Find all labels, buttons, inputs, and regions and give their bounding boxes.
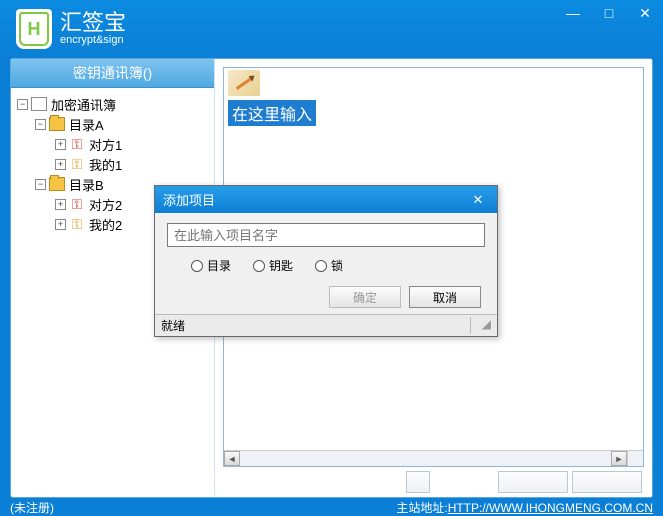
dialog-title: 添加项目 [163,190,215,209]
status-text: 就绪 [161,317,471,334]
sidebar-header: 密钥通讯簿() [11,59,214,88]
radio-key[interactable]: 钥匙 [253,257,293,274]
toolbar-checkbox[interactable] [406,471,430,493]
key-icon: ⚿ [69,217,85,231]
tree-dir-a[interactable]: − 目录A [15,114,210,134]
tree-label: 我的1 [89,155,122,174]
radio-directory[interactable]: 目录 [191,257,231,274]
edit-icon[interactable] [228,70,260,96]
content-toolbar [223,467,644,497]
input-prompt[interactable]: 在这里输入 [228,100,316,126]
window-controls: — □ ✕ [555,0,663,26]
key-icon: ⚿ [69,197,85,211]
key-icon: ⚿ [69,137,85,151]
collapse-icon[interactable]: − [35,179,46,190]
tree-label: 我的2 [89,215,122,234]
footer-link-block: 主站地址:HTTP://WWW.IHONGMENG.COM.CN [396,499,653,516]
dialog-close-button[interactable]: ✕ [467,191,489,209]
add-item-dialog: 添加项目 ✕ 目录 钥匙 锁 确定 取消 就绪 ◢ [154,185,498,337]
dialog-buttons: 确定 取消 [167,286,485,308]
pencil-icon [236,77,252,90]
tree-label: 目录B [69,175,104,194]
folder-icon [49,117,65,131]
expand-icon[interactable]: + [55,199,66,210]
app-title: 汇签宝 [60,12,126,34]
tree-label: 对方2 [89,195,122,214]
book-icon [31,97,47,111]
type-radio-group: 目录 钥匙 锁 [167,247,485,286]
radio-icon [253,260,265,272]
homepage-link[interactable]: HTTP://WWW.IHONGMENG.COM.CN [448,501,653,515]
radio-icon [191,260,203,272]
resize-grip-icon[interactable]: ◢ [471,317,491,334]
folder-icon [49,177,65,191]
dialog-titlebar[interactable]: 添加项目 ✕ [155,186,497,213]
expand-icon[interactable]: + [55,139,66,150]
tree-root[interactable]: − 加密通讯簿 [15,94,210,114]
scroll-corner [627,450,643,466]
radio-icon [315,260,327,272]
expand-icon[interactable]: + [55,159,66,170]
maximize-button[interactable]: □ [591,0,627,26]
tree-label: 目录A [69,115,104,134]
expand-icon[interactable]: + [55,219,66,230]
key-icon: ⚿ [69,157,85,171]
dialog-statusbar: 就绪 ◢ [155,314,497,336]
app-subtitle: encrypt&sign [60,34,126,46]
toolbar-button-1[interactable] [498,471,568,493]
scroll-left-icon[interactable]: ◄ [224,451,240,466]
toolbar-button-2[interactable] [572,471,642,493]
footer: (未注册) 主站地址:HTTP://WWW.IHONGMENG.COM.CN [0,498,663,516]
ok-button[interactable]: 确定 [329,286,401,308]
tree-label: 加密通讯簿 [51,95,116,114]
titlebar: H 汇签宝 encrypt&sign — □ ✕ [0,0,663,58]
app-logo: H [16,9,52,49]
minimize-button[interactable]: — [555,0,591,26]
tree-label: 对方1 [89,135,122,154]
horizontal-scrollbar[interactable]: ◄ ► [224,450,627,466]
radio-lock[interactable]: 锁 [315,257,343,274]
scroll-right-icon[interactable]: ► [611,451,627,466]
tree-item[interactable]: + ⚿ 对方1 [15,134,210,154]
close-button[interactable]: ✕ [627,0,663,26]
tree-item[interactable]: + ⚿ 我的1 [15,154,210,174]
item-name-input[interactable] [167,223,485,247]
cancel-button[interactable]: 取消 [409,286,481,308]
app-title-block: 汇签宝 encrypt&sign [60,12,126,46]
collapse-icon[interactable]: − [35,119,46,130]
registration-status: (未注册) [10,499,54,516]
dialog-body: 目录 钥匙 锁 确定 取消 [155,213,497,314]
collapse-icon[interactable]: − [17,99,28,110]
